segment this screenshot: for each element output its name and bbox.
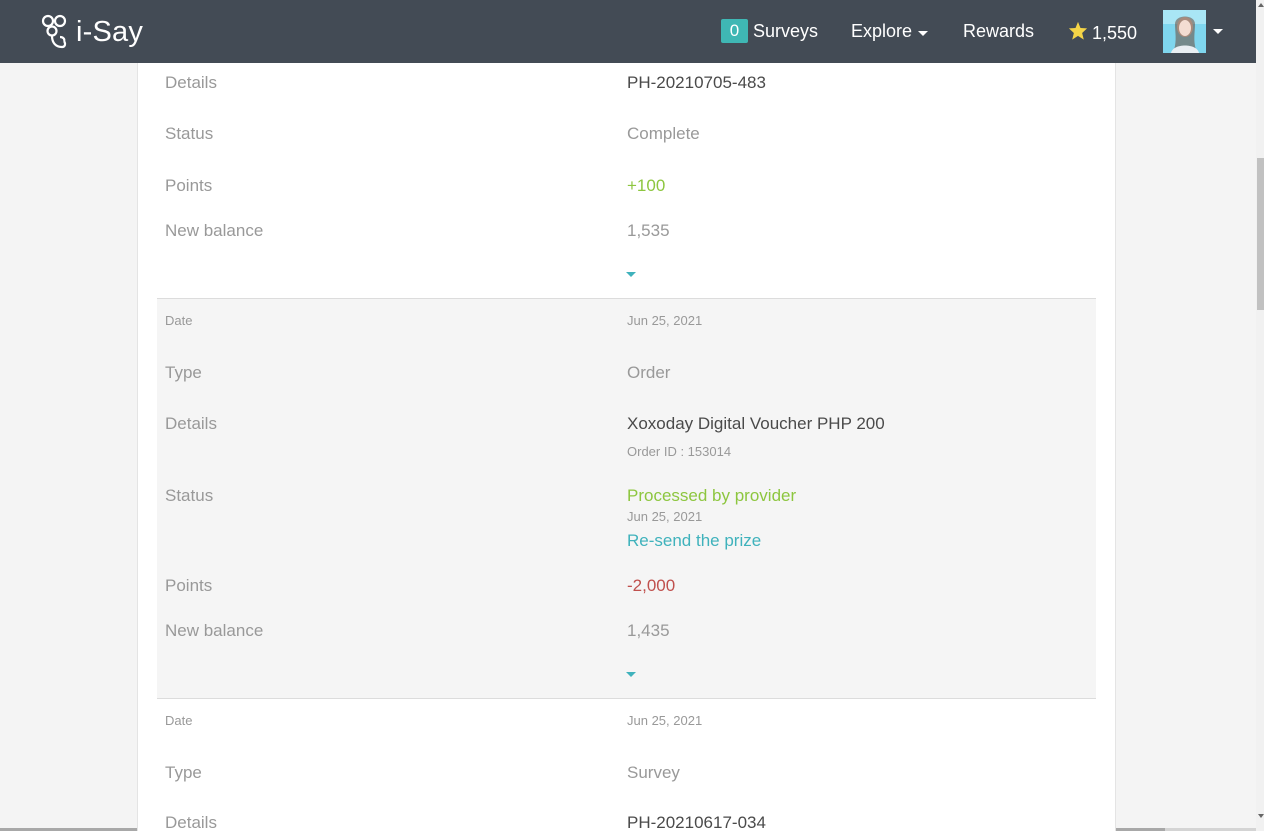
avatar-caret-down-icon[interactable]	[1213, 29, 1223, 34]
date-label: Date	[165, 713, 193, 728]
nav-surveys-label: Surveys	[753, 20, 819, 41]
status-date: Jun 25, 2021	[627, 509, 703, 524]
brand-name: i-Say	[76, 15, 144, 48]
type-value: Survey	[627, 763, 680, 782]
nav-rewards-label: Rewards	[963, 21, 1035, 41]
points-value: +100	[627, 176, 666, 195]
resend-prize-link[interactable]: Re-send the prize	[627, 531, 761, 551]
details-label: Details	[165, 73, 217, 92]
points-value: -2,000	[627, 576, 676, 595]
row-divider	[157, 698, 1096, 699]
status-value: Complete	[627, 124, 700, 143]
new-balance-value: 1,435	[627, 621, 670, 640]
points-label: Points	[165, 576, 213, 595]
nav-rewards[interactable]: Rewards	[963, 21, 1034, 42]
vertical-scrollbar[interactable]	[1256, 0, 1264, 831]
details-value: Xoxoday Digital Voucher PHP 200	[627, 414, 885, 433]
details-label: Details	[165, 414, 217, 433]
caret-down-icon	[918, 30, 929, 36]
details-value: PH-20210617-034	[627, 813, 766, 831]
type-label: Type	[165, 363, 202, 382]
order-id: Order ID : 153014	[627, 444, 732, 459]
status-label: Status	[165, 124, 214, 143]
type-label: Type	[165, 763, 202, 782]
expand-caret-icon[interactable]	[626, 672, 636, 677]
new-balance-label: New balance	[165, 221, 264, 240]
date-label: Date	[165, 313, 193, 328]
details-label: Details	[165, 813, 217, 831]
details-value: PH-20210705-483	[627, 73, 766, 92]
expand-caret-icon[interactable]	[626, 272, 636, 277]
date-value: Jun 25, 2021	[627, 313, 703, 328]
scroll-up-arrow-icon[interactable]	[1258, 3, 1264, 7]
star-icon	[1068, 21, 1088, 45]
status-label: Status	[165, 486, 214, 505]
top-navbar: i-Say 0 Surveys Explore Rewards 1,550	[0, 0, 1256, 63]
nav-explore[interactable]: Explore	[851, 21, 929, 42]
new-balance-label: New balance	[165, 621, 264, 640]
points-balance-value: 1,550	[1092, 22, 1138, 43]
nav-surveys[interactable]: 0 Surveys	[721, 19, 818, 43]
surveys-count-badge: 0	[721, 19, 748, 43]
nav-points-balance[interactable]: 1,550	[1068, 21, 1137, 45]
date-value: Jun 25, 2021	[627, 713, 703, 728]
status-value: Processed by provider	[627, 486, 797, 505]
nav-explore-label: Explore	[851, 21, 913, 41]
avatar[interactable]	[1163, 10, 1206, 53]
brand-logo[interactable]: i-Say	[40, 10, 143, 54]
new-balance-value: 1,535	[627, 221, 670, 240]
vertical-scrollbar-thumb[interactable]	[1257, 158, 1264, 310]
type-value: Order	[627, 363, 671, 382]
points-label: Points	[165, 176, 213, 195]
scroll-down-arrow-icon[interactable]	[1258, 814, 1264, 818]
isay-logo-icon	[40, 13, 72, 51]
